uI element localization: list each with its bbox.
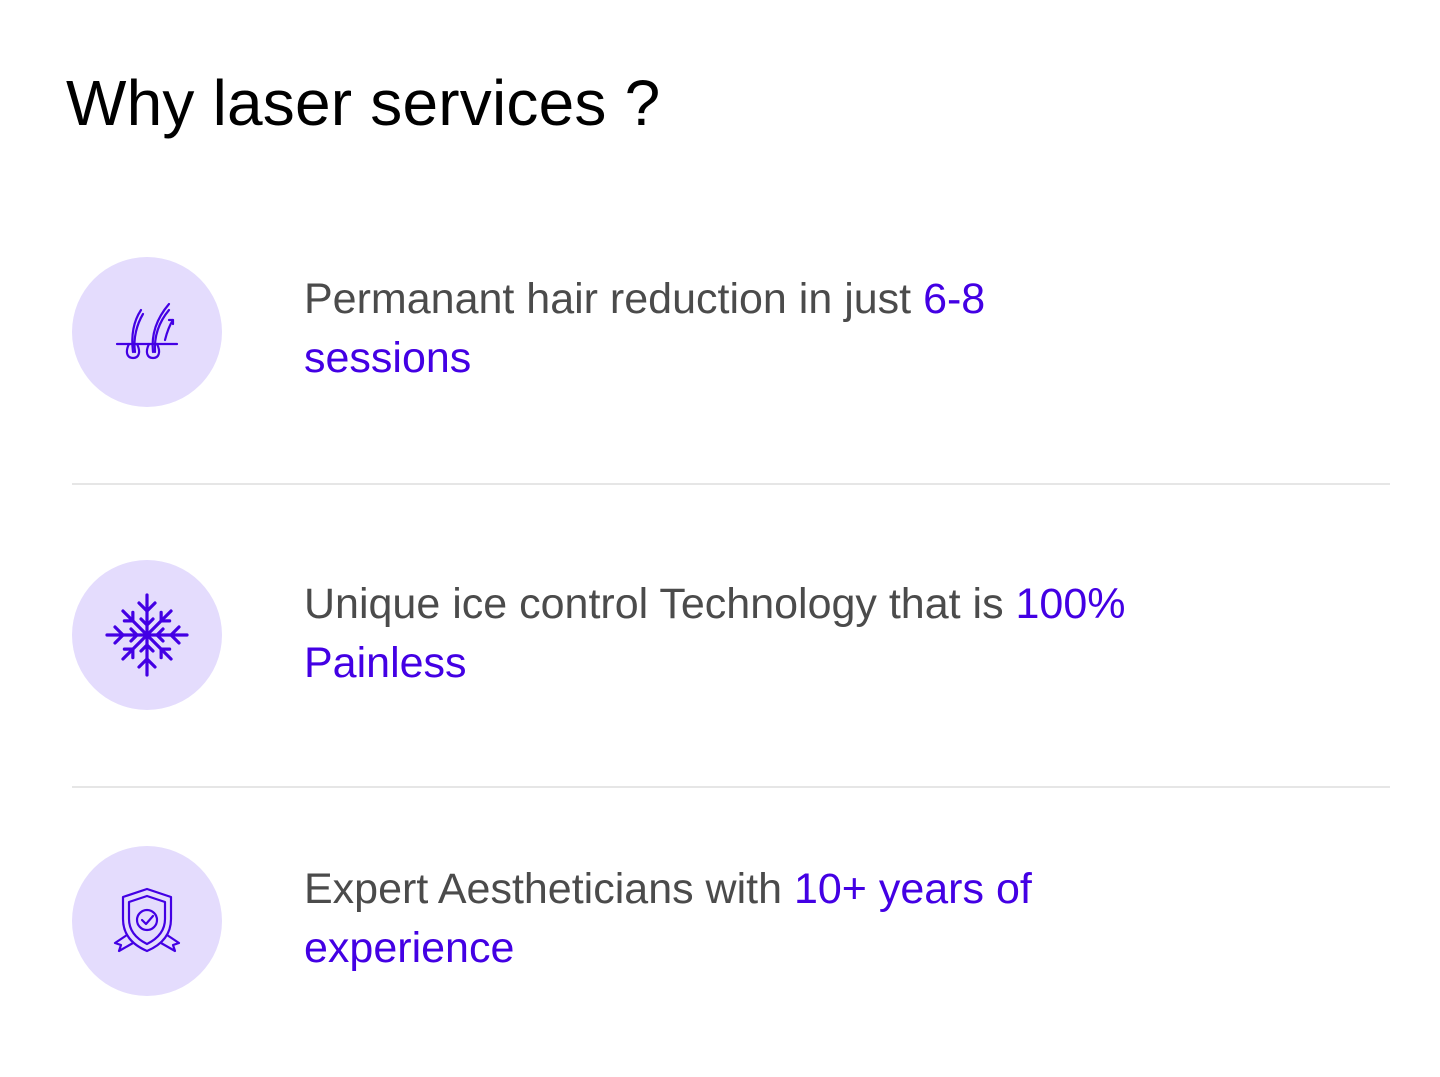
feature-text: Expert Aestheticians with 10+ years of e… [304,860,1164,978]
feature-text: Permanant hair reduction in just 6-8 ses… [304,270,1164,388]
feature-text-plain: Permanant hair reduction in just [304,275,924,323]
feature-item-expert-aestheticians: Expert Aestheticians with 10+ years of e… [72,846,1390,996]
shield-check-icon [72,846,222,996]
feature-text-plain: Expert Aestheticians with [304,865,794,913]
divider [72,786,1390,788]
hair-follicle-icon [72,257,222,407]
snowflake-icon [72,560,222,710]
feature-item-ice-control: Unique ice control Technology that is 10… [72,560,1390,710]
page-title: Why laser services ? [66,67,661,139]
feature-text: Unique ice control Technology that is 10… [304,575,1164,693]
divider [72,483,1390,485]
feature-text-plain: Unique ice control Technology that is [304,580,1016,628]
feature-item-hair-reduction: Permanant hair reduction in just 6-8 ses… [72,257,1390,407]
